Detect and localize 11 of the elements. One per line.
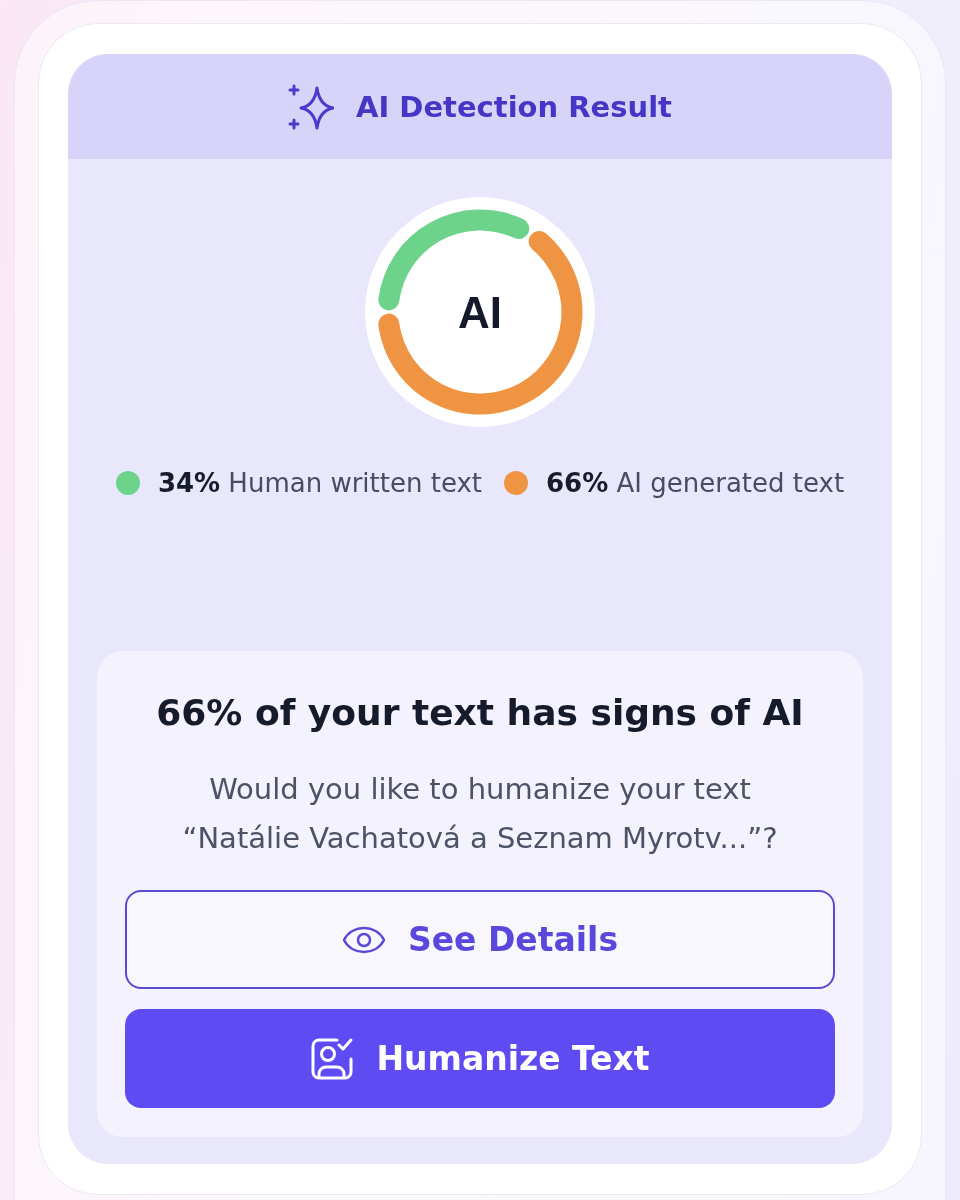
result-heading: 66% of your text has signs of AI (156, 691, 804, 735)
sparkle-icon (288, 83, 334, 130)
header-title: AI Detection Result (356, 89, 672, 124)
result-message: Would you like to humanize your text “Natálie Vachatová a Seznam Myrotv...”? (181, 771, 779, 857)
portrait-check-icon (310, 1036, 355, 1081)
legend-label: 34% Human written text (157, 468, 483, 498)
donut-center-label: AI (458, 288, 502, 337)
legend-label: 66% AI generated text (546, 468, 845, 498)
eye-icon (341, 925, 386, 954)
humanize-text-button[interactable]: Humanize Text (125, 1009, 835, 1108)
see-details-button[interactable]: See Details (125, 890, 835, 989)
